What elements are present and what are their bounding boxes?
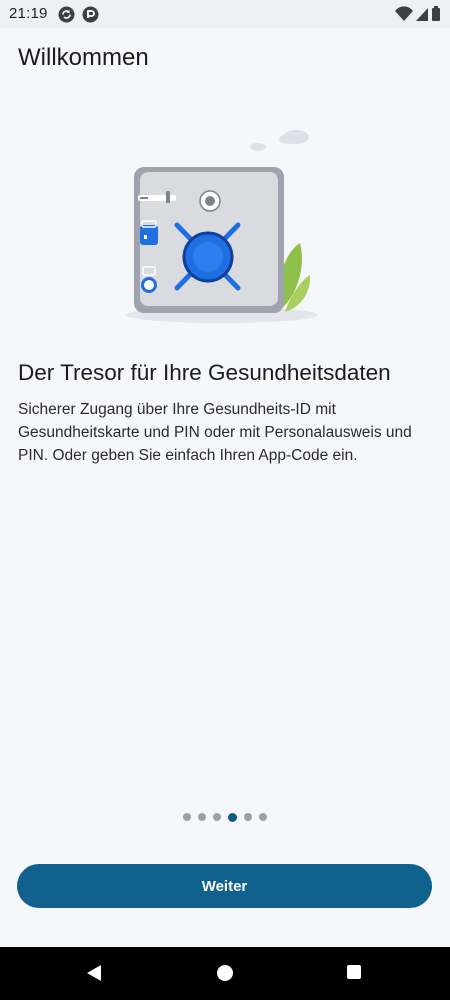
vault-safe-illustration — [110, 115, 340, 335]
page-title: Willkommen — [18, 44, 149, 71]
status-system-icons — [394, 5, 442, 26]
pocket-app-icon — [82, 6, 99, 27]
pager-dot — [259, 813, 267, 821]
recents-icon[interactable] — [347, 965, 361, 979]
wifi-icon — [395, 6, 413, 21]
status-time: 21:19 — [9, 5, 48, 22]
onboarding-description: Sicherer Zugang über Ihre Gesundheits-ID… — [18, 401, 412, 464]
pager-dot — [213, 813, 221, 821]
navigation-bar — [0, 947, 450, 1000]
pager-dot — [183, 813, 191, 821]
sync-app-icon — [58, 6, 75, 27]
status-bar: 21:19 — [0, 0, 450, 28]
pager-dot — [198, 813, 206, 821]
battery-icon — [432, 6, 440, 21]
continue-button[interactable]: Weiter — [17, 864, 432, 908]
cloud-icon — [250, 130, 309, 151]
onboarding-headline: Der Tresor für Ihre Gesundheitsdaten — [18, 360, 391, 385]
signal-icon — [416, 8, 428, 21]
page-indicator — [0, 811, 450, 823]
pager-dot — [244, 813, 252, 821]
back-icon[interactable] — [85, 964, 103, 987]
pager-dot-active — [228, 812, 237, 822]
home-icon[interactable] — [217, 965, 233, 981]
